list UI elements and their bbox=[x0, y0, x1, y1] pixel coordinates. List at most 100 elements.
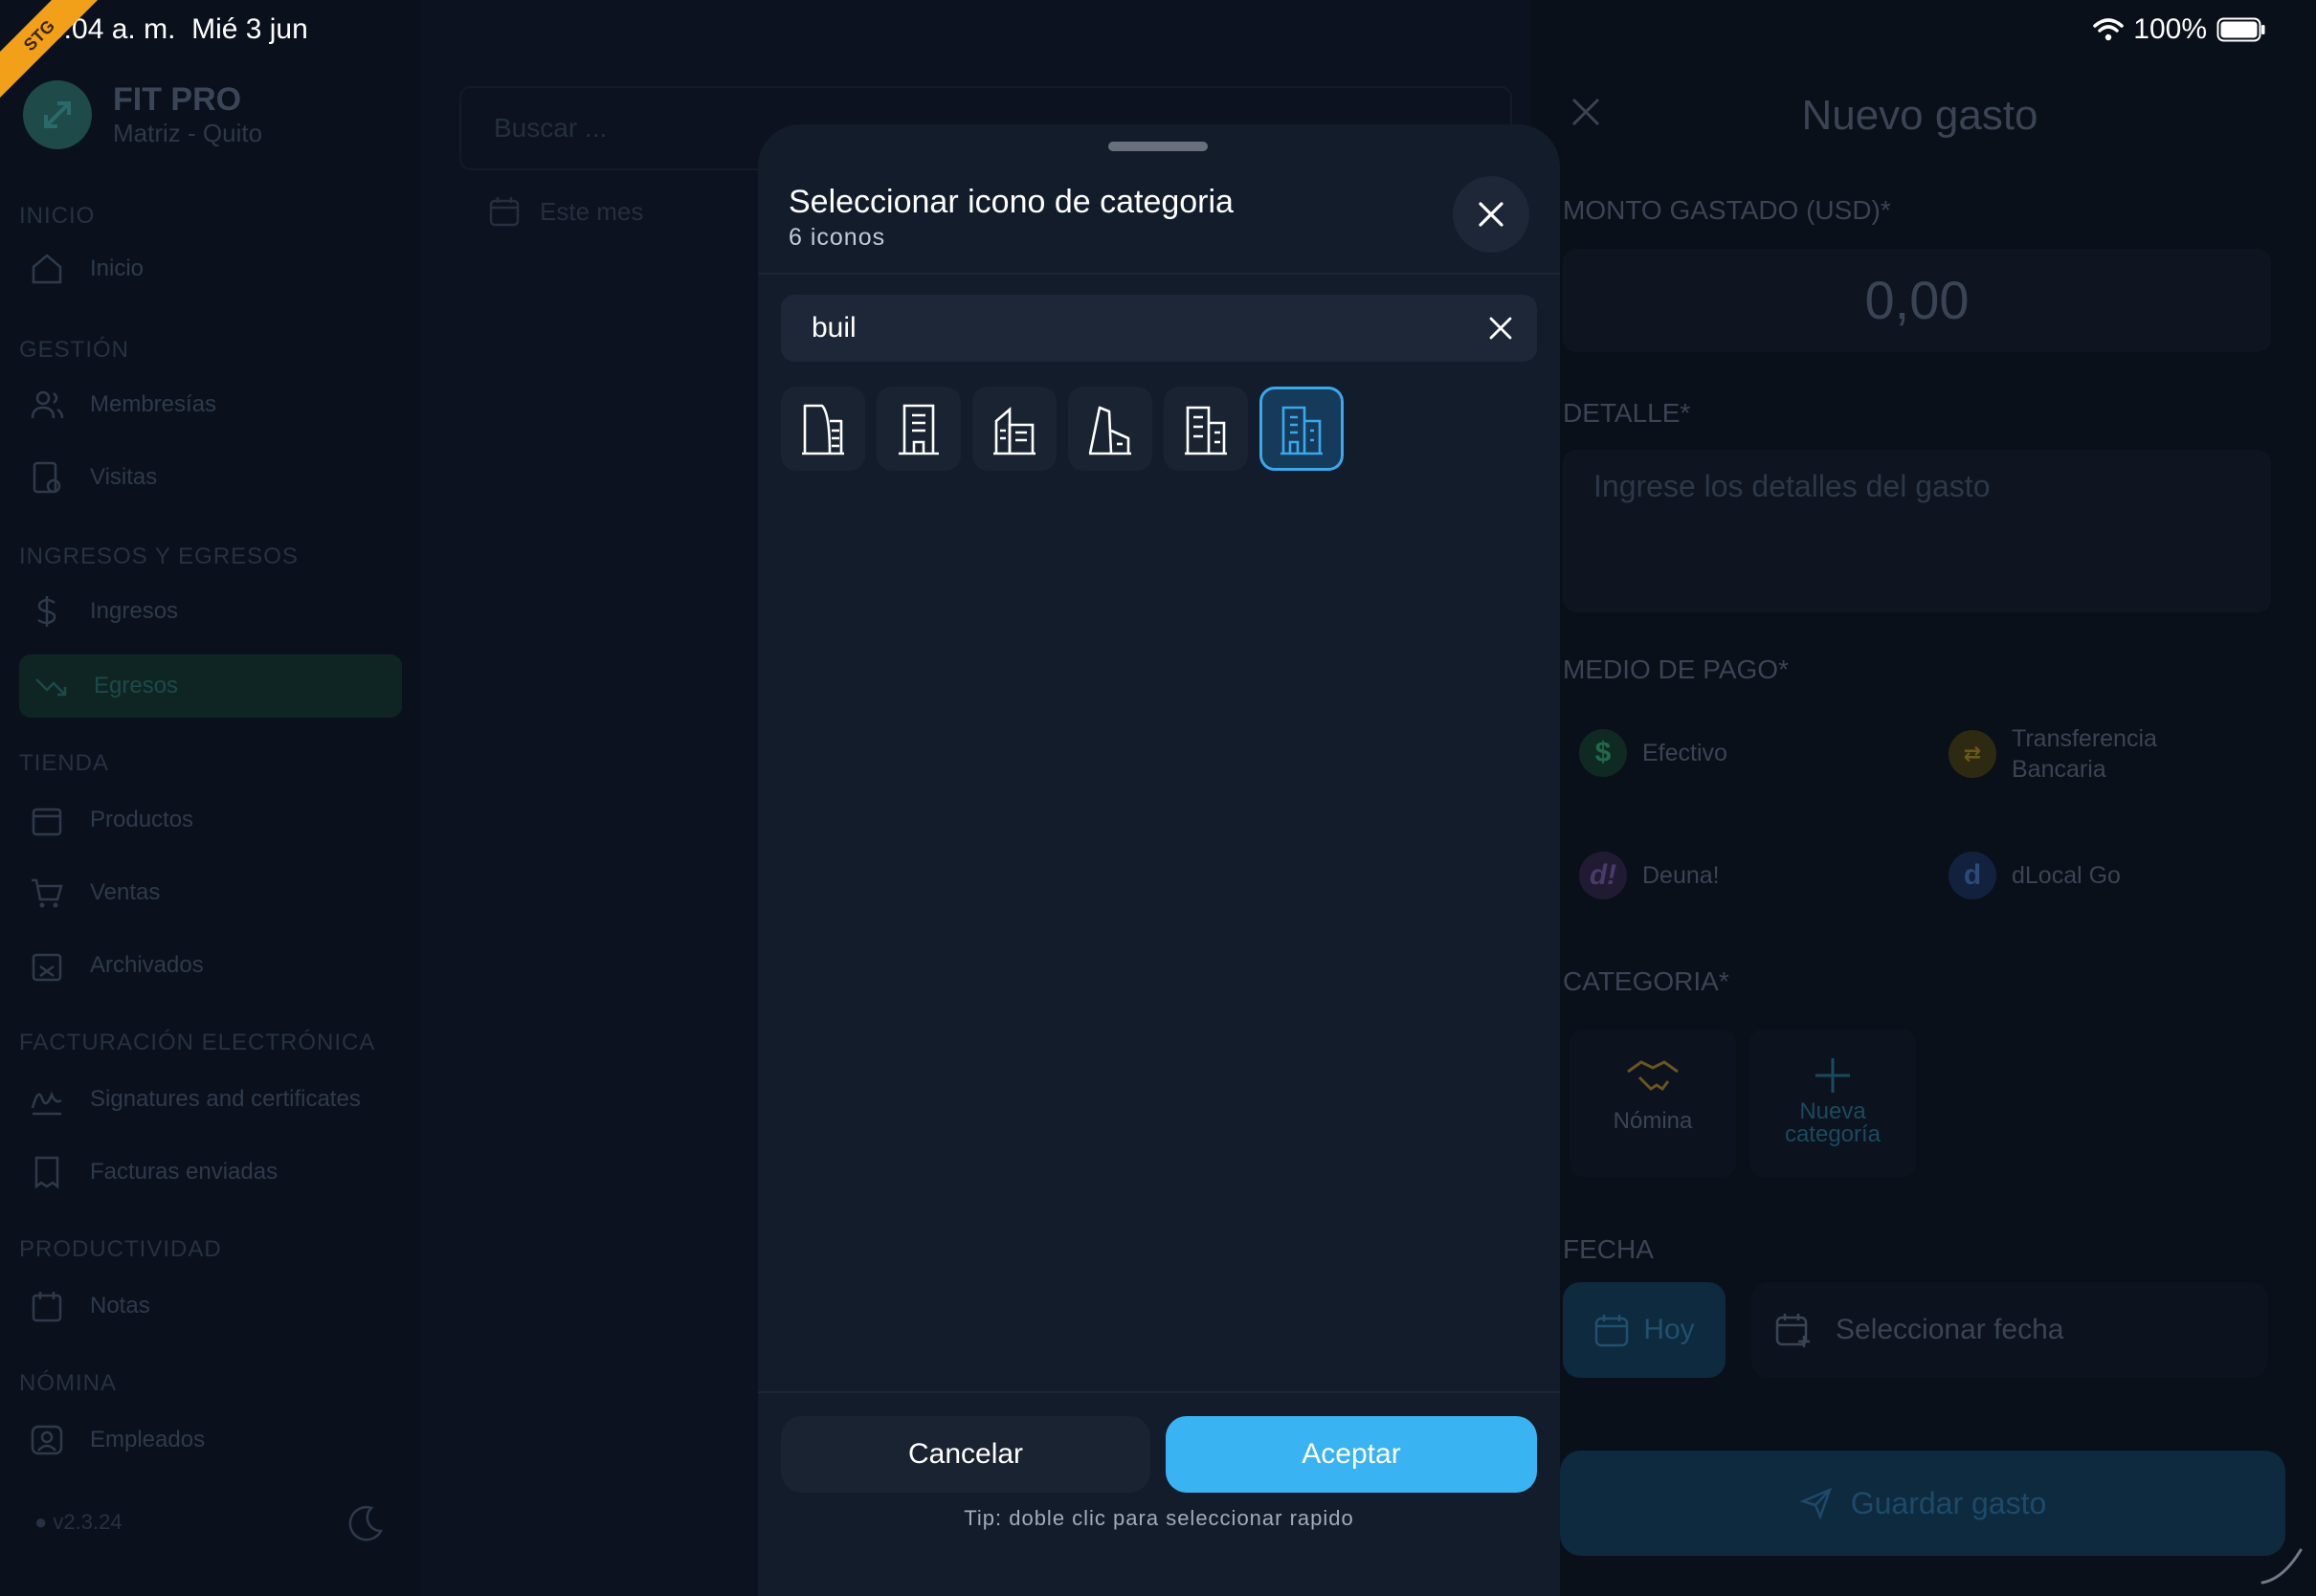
status-time: 8:04 a. m. Mié 3 jun bbox=[48, 13, 308, 45]
detail-label: DETALLE* bbox=[1563, 398, 1691, 428]
building-estate-icon bbox=[1182, 402, 1230, 455]
date-today-button[interactable]: Hoy bbox=[1563, 1282, 1726, 1378]
sidebar-item-ingresos[interactable]: Ingresos bbox=[29, 593, 178, 630]
modal-title: Seleccionar icono de categoria bbox=[789, 184, 1234, 220]
section-nomina: NÓMINA bbox=[19, 1370, 117, 1396]
sidebar-item-signatures[interactable]: Signatures and certificates bbox=[29, 1081, 361, 1118]
sidebar-item-label: Notas bbox=[90, 1293, 150, 1319]
accept-button[interactable]: Aceptar bbox=[1166, 1416, 1537, 1493]
payment-option-label: Transferencia Bancaria bbox=[2012, 725, 2157, 783]
icon-search-field[interactable] bbox=[781, 295, 1537, 362]
sidebar-item-facturas[interactable]: Facturas enviadas bbox=[29, 1154, 278, 1190]
status-bar: 8:04 a. m. Mié 3 jun 100% bbox=[0, 0, 2316, 61]
app-version: ● v2.3.24 bbox=[34, 1510, 122, 1534]
clear-search-icon[interactable] bbox=[1483, 311, 1518, 345]
category-nomina[interactable]: Nómina bbox=[1570, 1030, 1736, 1177]
sidebar-item-archivados[interactable]: Archivados bbox=[29, 947, 204, 984]
payment-option-dlocal[interactable]: d dLocal Go bbox=[1949, 852, 2121, 899]
sidebar-item-label: Ventas bbox=[90, 879, 161, 905]
modal-divider bbox=[758, 273, 1560, 275]
battery-icon bbox=[2216, 17, 2266, 42]
brand-name: FIT PRO bbox=[113, 81, 242, 118]
sidebar-item-label: Empleados bbox=[90, 1427, 206, 1452]
date-today-label: Hoy bbox=[1643, 1314, 1695, 1345]
payment-option-deuna[interactable]: d! Deuna! bbox=[1579, 852, 1720, 899]
detail-field[interactable]: Ingrese los detalles del gasto bbox=[1563, 450, 2271, 612]
list-search-placeholder: Buscar ... bbox=[494, 113, 608, 143]
pencil-stroke-icon bbox=[2255, 1533, 2312, 1590]
payment-option-label: Deuna! bbox=[1642, 862, 1720, 889]
date-select-label: Seleccionar fecha bbox=[1836, 1314, 2064, 1345]
notes-icon bbox=[29, 1288, 65, 1324]
icon-results-grid bbox=[781, 387, 1344, 471]
icon-option-building-estate[interactable] bbox=[1164, 387, 1248, 471]
home-icon bbox=[29, 251, 65, 287]
sidebar-item-label: Facturas enviadas bbox=[90, 1159, 278, 1185]
sidebar-item-empleados[interactable]: Empleados bbox=[29, 1422, 205, 1458]
wifi-icon bbox=[2093, 17, 2125, 42]
modal-tip: Tip: doble clic para seleccionar rapido bbox=[964, 1506, 1354, 1530]
version-text: v2.3.24 bbox=[53, 1510, 122, 1534]
icon-picker-modal: Seleccionar icono de categoria 6 iconos bbox=[758, 124, 1560, 1596]
archive-icon bbox=[29, 947, 65, 984]
amount-field[interactable]: 0,00 bbox=[1563, 249, 2271, 352]
building-2-icon bbox=[895, 402, 943, 455]
save-expense-button[interactable]: Guardar gasto bbox=[1560, 1451, 2285, 1556]
sidebar-item-notas[interactable]: Notas bbox=[29, 1288, 150, 1324]
payment-option-transferencia[interactable]: ⇄ Transferencia Bancaria bbox=[1949, 723, 2157, 785]
icon-search-input[interactable] bbox=[781, 295, 1451, 362]
sidebar-item-label: Membresías bbox=[90, 391, 217, 417]
cancel-button[interactable]: Cancelar bbox=[781, 1416, 1150, 1493]
payment-label: MEDIO DE PAGO* bbox=[1563, 654, 1789, 684]
category-label: CATEGORIA* bbox=[1563, 966, 1729, 996]
category-new-label: Nueva categoría bbox=[1784, 1098, 1882, 1147]
brand-location: Matriz - Quito bbox=[113, 119, 263, 147]
trending-down-icon bbox=[33, 668, 69, 704]
sidebar-item-label: Visitas bbox=[90, 464, 158, 490]
category-new-button[interactable]: Nueva categoría bbox=[1749, 1030, 1916, 1177]
sidebar-item-productos[interactable]: Productos bbox=[29, 802, 193, 838]
sidebar-item-label: Signatures and certificates bbox=[90, 1086, 361, 1112]
section-tienda: TIENDA bbox=[19, 750, 110, 776]
buildings-icon bbox=[1278, 402, 1325, 455]
calendar-plus-icon bbox=[1774, 1311, 1813, 1349]
sidebar-item-ventas[interactable]: Ventas bbox=[29, 875, 160, 911]
icon-option-building[interactable] bbox=[781, 387, 865, 471]
icon-option-building-2[interactable] bbox=[877, 387, 961, 471]
section-productividad: PRODUCTIVIDAD bbox=[19, 1236, 222, 1262]
employee-icon bbox=[29, 1422, 65, 1458]
modal-close-button[interactable] bbox=[1453, 176, 1529, 253]
payment-option-label: dLocal Go bbox=[2012, 862, 2121, 889]
icon-option-building-community[interactable] bbox=[972, 387, 1057, 471]
save-expense-label: Guardar gasto bbox=[1850, 1485, 2047, 1520]
deuna-icon: d! bbox=[1579, 852, 1627, 899]
close-icon bbox=[1477, 200, 1505, 229]
sidebar-item-visitas[interactable]: Visitas bbox=[29, 459, 157, 496]
building-community-icon bbox=[991, 402, 1038, 455]
date-select-button[interactable]: Seleccionar fecha bbox=[1751, 1282, 2268, 1378]
moon-icon[interactable] bbox=[345, 1502, 387, 1544]
icon-option-building-skyscraper[interactable] bbox=[1068, 387, 1152, 471]
cart-icon bbox=[29, 875, 65, 911]
amount-label: MONTO GASTADO (USD)* bbox=[1563, 195, 1891, 225]
sidebar-item-membresias[interactable]: Membresías bbox=[29, 387, 216, 423]
cash-icon: $ bbox=[1579, 729, 1627, 777]
period-filter[interactable]: Este mes bbox=[488, 195, 643, 228]
expense-form-title: Nuevo gasto bbox=[1801, 92, 2038, 139]
brand-logo-icon bbox=[23, 80, 92, 149]
users-icon bbox=[29, 387, 65, 423]
period-label: Este mes bbox=[540, 196, 644, 226]
receipt-icon bbox=[29, 1154, 65, 1190]
payment-option-label: Efectivo bbox=[1642, 740, 1727, 766]
payment-option-efectivo[interactable]: $ Efectivo bbox=[1579, 729, 1727, 777]
icon-option-buildings-selected[interactable] bbox=[1259, 387, 1344, 471]
section-ingresos-egresos: INGRESOS Y EGRESOS bbox=[19, 543, 299, 569]
sidebar-item-egresos[interactable]: Egresos bbox=[19, 654, 402, 718]
drag-handle[interactable] bbox=[1108, 142, 1208, 151]
sidebar-item-inicio[interactable]: Inicio bbox=[29, 251, 144, 287]
calendar-icon bbox=[488, 195, 521, 228]
date-label: FECHA bbox=[1563, 1234, 1654, 1264]
battery-level: 100% bbox=[2133, 13, 2207, 45]
store-icon bbox=[29, 802, 65, 838]
section-facturacion: FACTURACIÓN ELECTRÓNICA bbox=[19, 1030, 376, 1055]
